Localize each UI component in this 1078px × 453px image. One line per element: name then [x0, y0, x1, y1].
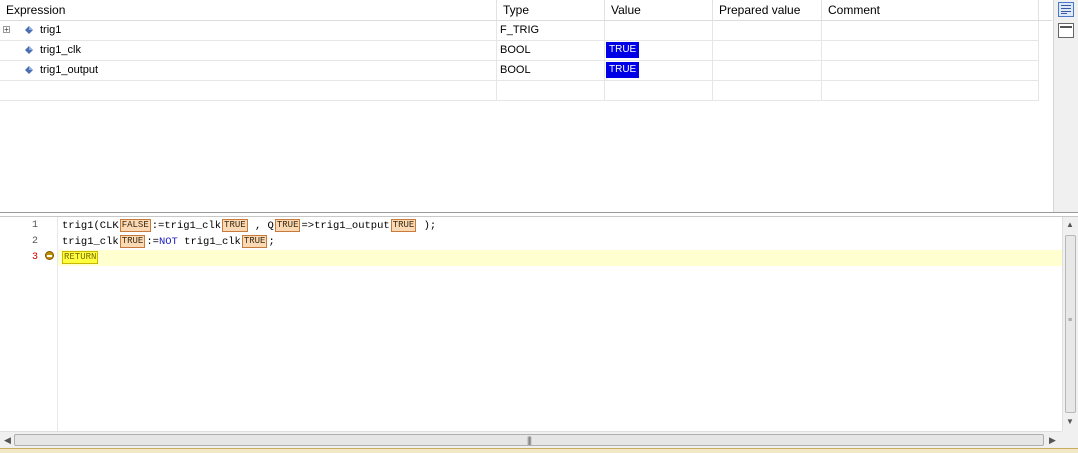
scroll-right-arrow-icon[interactable]: ▶ [1049, 435, 1056, 446]
variable-diamond-icon [25, 26, 33, 34]
code-line-3-current[interactable]: RETURN [58, 250, 1066, 266]
scroll-down-arrow-icon[interactable]: ▼ [1066, 417, 1074, 426]
window-icon [1060, 26, 1072, 28]
value-badge: TRUE [606, 62, 640, 78]
comment-cell[interactable] [822, 41, 1039, 60]
column-header-filler [1039, 0, 1052, 20]
list-view-icon [1061, 5, 1071, 14]
value-badge: TRUE [606, 42, 640, 58]
value-cell[interactable]: TRUE [605, 61, 713, 80]
horizontal-scroll-thumb[interactable]: ||| [14, 434, 1044, 446]
breakpoint-gutter[interactable] [42, 217, 58, 431]
variable-diamond-icon [25, 66, 33, 74]
prepared-value-cell[interactable] [713, 41, 822, 60]
value-cell[interactable]: TRUE [605, 41, 713, 60]
comment-cell[interactable] [822, 61, 1039, 80]
prepared-value-cell[interactable] [713, 61, 822, 80]
variable-diamond-icon [25, 46, 33, 54]
inline-value[interactable]: TRUE [119, 235, 146, 248]
expression-label: trig1_clk [40, 44, 81, 56]
column-header-type[interactable]: Type [497, 0, 605, 20]
expression-label: trig1_output [40, 64, 99, 76]
line-number: 1 [31, 220, 38, 231]
code-line-1[interactable]: trig1(CLK FALSE:=trig1_clk TRUE , Q TRUE =>t… [58, 218, 1066, 234]
inline-value[interactable]: FALSE [119, 219, 151, 232]
watch-row-empty[interactable] [0, 81, 1039, 101]
inline-value[interactable]: TRUE [390, 219, 417, 232]
inline-value[interactable]: TRUE [241, 235, 268, 248]
expression-cell[interactable]: + trig1 [0, 21, 497, 40]
value-cell[interactable] [605, 81, 713, 100]
code-text: := [146, 236, 159, 248]
bottom-border [0, 448, 1078, 453]
column-header-prepared-value[interactable]: Prepared value [713, 0, 822, 20]
code-text: trig1_clk [62, 236, 119, 248]
code-text: ; [268, 236, 275, 248]
expression-label: trig1 [40, 24, 62, 36]
value-cell[interactable] [605, 21, 713, 40]
prepared-value-cell[interactable] [713, 81, 822, 100]
code-line-2[interactable]: trig1_clk TRUE:=NOT trig1_clk TRUE; [58, 234, 1066, 250]
watch-panel: Expression Type Value Prepared value Com… [0, 0, 1052, 212]
vertical-scroll-thumb[interactable]: ≡ [1065, 235, 1076, 413]
expression-cell[interactable]: trig1_output [0, 61, 497, 80]
grip-icon: ≡ [1068, 317, 1073, 324]
type-cell: BOOL [497, 41, 605, 60]
line-number: 2 [31, 236, 38, 247]
watch-list-view-button[interactable] [1058, 2, 1074, 17]
breakpoint-current-icon[interactable] [45, 251, 54, 260]
code-editor[interactable]: 1 2 3 trig1(CLK FALSE:=trig1_clk TRUE , QT… [0, 217, 1066, 431]
plus-expander-icon[interactable]: + [3, 26, 10, 34]
scroll-up-arrow-icon[interactable]: ▲ [1066, 220, 1074, 229]
scrollbar-corner [1062, 431, 1078, 448]
comment-cell[interactable] [822, 21, 1039, 40]
keyword: NOT [158, 236, 178, 248]
watch-row[interactable]: trig1_output BOOL TRUE [0, 61, 1039, 81]
watch-rows: + trig1 F_TRIG trig1_clk BOOL TRUE trig1… [0, 21, 1039, 101]
line-number-current: 3 [31, 252, 38, 263]
code-text: , Q [248, 220, 274, 232]
expression-cell[interactable] [0, 81, 497, 100]
type-cell: BOOL [497, 61, 605, 80]
watch-window-button[interactable] [1058, 23, 1074, 38]
column-header-expression[interactable]: Expression [0, 0, 497, 20]
watch-row[interactable]: trig1_clk BOOL TRUE [0, 41, 1039, 61]
watch-header: Expression Type Value Prepared value Com… [0, 0, 1052, 21]
side-toolbar [1053, 0, 1078, 214]
prepared-value-cell[interactable] [713, 21, 822, 40]
type-cell: F_TRIG [497, 21, 605, 40]
scroll-left-arrow-icon[interactable]: ◀ [4, 435, 11, 446]
inline-value[interactable]: TRUE [222, 219, 248, 232]
comment-cell[interactable] [822, 81, 1039, 100]
grip-icon: ||| [527, 435, 532, 445]
code-text: :=trig1_clk [151, 220, 222, 232]
vertical-scrollbar[interactable]: ▲ ≡ ▼ [1062, 217, 1078, 431]
expression-cell[interactable]: trig1_clk [0, 41, 497, 60]
inline-value[interactable]: TRUE [274, 219, 301, 232]
return-statement[interactable]: RETURN [62, 251, 99, 264]
code-text: trig1_clk [177, 236, 241, 248]
column-header-comment[interactable]: Comment [822, 0, 1039, 20]
code-text: =>trig1_output [301, 220, 390, 232]
code-text: trig1(CLK [62, 220, 119, 232]
watch-row[interactable]: + trig1 F_TRIG [0, 21, 1039, 41]
line-number-gutter: 1 2 3 [0, 217, 43, 431]
code-text: ); [417, 220, 437, 232]
column-header-value[interactable]: Value [605, 0, 713, 20]
type-cell [497, 81, 605, 100]
horizontal-scrollbar[interactable]: ◀ ||| ▶ [0, 431, 1062, 449]
